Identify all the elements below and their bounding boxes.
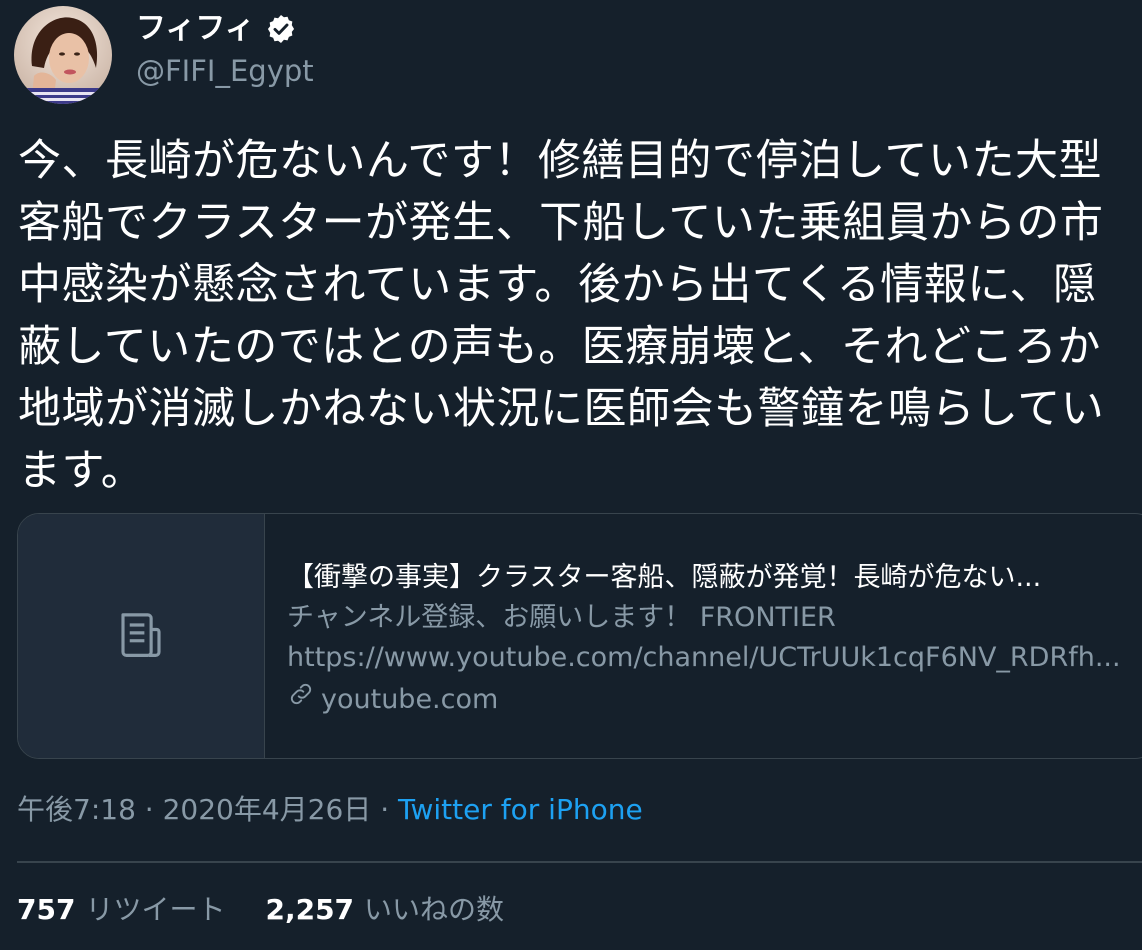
tweet-stats: 757 リツイート 2,257 いいねの数 <box>17 890 504 930</box>
retweets-count: 757 <box>17 893 76 926</box>
tweet-detail: フィフィ @FIFI_Egypt 今、長崎が危ないんです！修繕目的で停泊していた… <box>0 0 1142 950</box>
likes-count: 2,257 <box>265 893 355 926</box>
tweet-meta: 午後7:18 · 2020年4月26日 · Twitter for iPhone <box>17 790 643 830</box>
retweets-label: リツイート <box>85 893 226 926</box>
avatar[interactable] <box>14 6 112 104</box>
tweet-source-link[interactable]: Twitter for iPhone <box>398 793 643 826</box>
card-body: 【衝撃の事実】クラスター客船、隠蔽が発覚！長崎が危ない... チャンネル登録、お… <box>265 514 1142 758</box>
likes-label: いいねの数 <box>364 893 505 926</box>
card-description: チャンネル登録、お願いします！ FRONTIER <box>287 602 836 633</box>
likes-stat[interactable]: 2,257 いいねの数 <box>265 890 504 930</box>
card-domain-row: youtube.com <box>287 678 1142 722</box>
tweet-text: 今、長崎が危ないんです！修繕目的で停泊していた大型客船でクラスターが発生、下船し… <box>18 136 1105 496</box>
meta-separator: · <box>380 793 390 826</box>
author-handle[interactable]: @FIFI_Egypt <box>136 52 314 90</box>
card-title: 【衝撃の事実】クラスター客船、隠蔽が発覚！長崎が危ない... <box>287 562 1042 593</box>
meta-separator: · <box>144 793 154 826</box>
retweets-stat[interactable]: 757 リツイート <box>17 890 225 930</box>
author-name-row[interactable]: フィフィ <box>136 10 297 48</box>
tweet-date[interactable]: 2020年4月26日 <box>163 793 372 826</box>
display-name[interactable]: フィフィ <box>136 10 255 48</box>
card-description-url: https://www.youtube.com/channel/UCTrUUk1… <box>287 642 1121 673</box>
card-domain: youtube.com <box>321 684 499 715</box>
card-thumbnail <box>18 514 265 758</box>
link-icon <box>287 678 315 722</box>
tweet-time[interactable]: 午後7:18 <box>17 793 136 826</box>
divider <box>17 861 1142 863</box>
document-icon <box>114 607 168 665</box>
avatar-image <box>14 6 112 104</box>
verified-badge-icon <box>265 13 297 45</box>
link-preview-card[interactable]: 【衝撃の事実】クラスター客船、隠蔽が発覚！長崎が危ない... チャンネル登録、お… <box>17 513 1142 759</box>
